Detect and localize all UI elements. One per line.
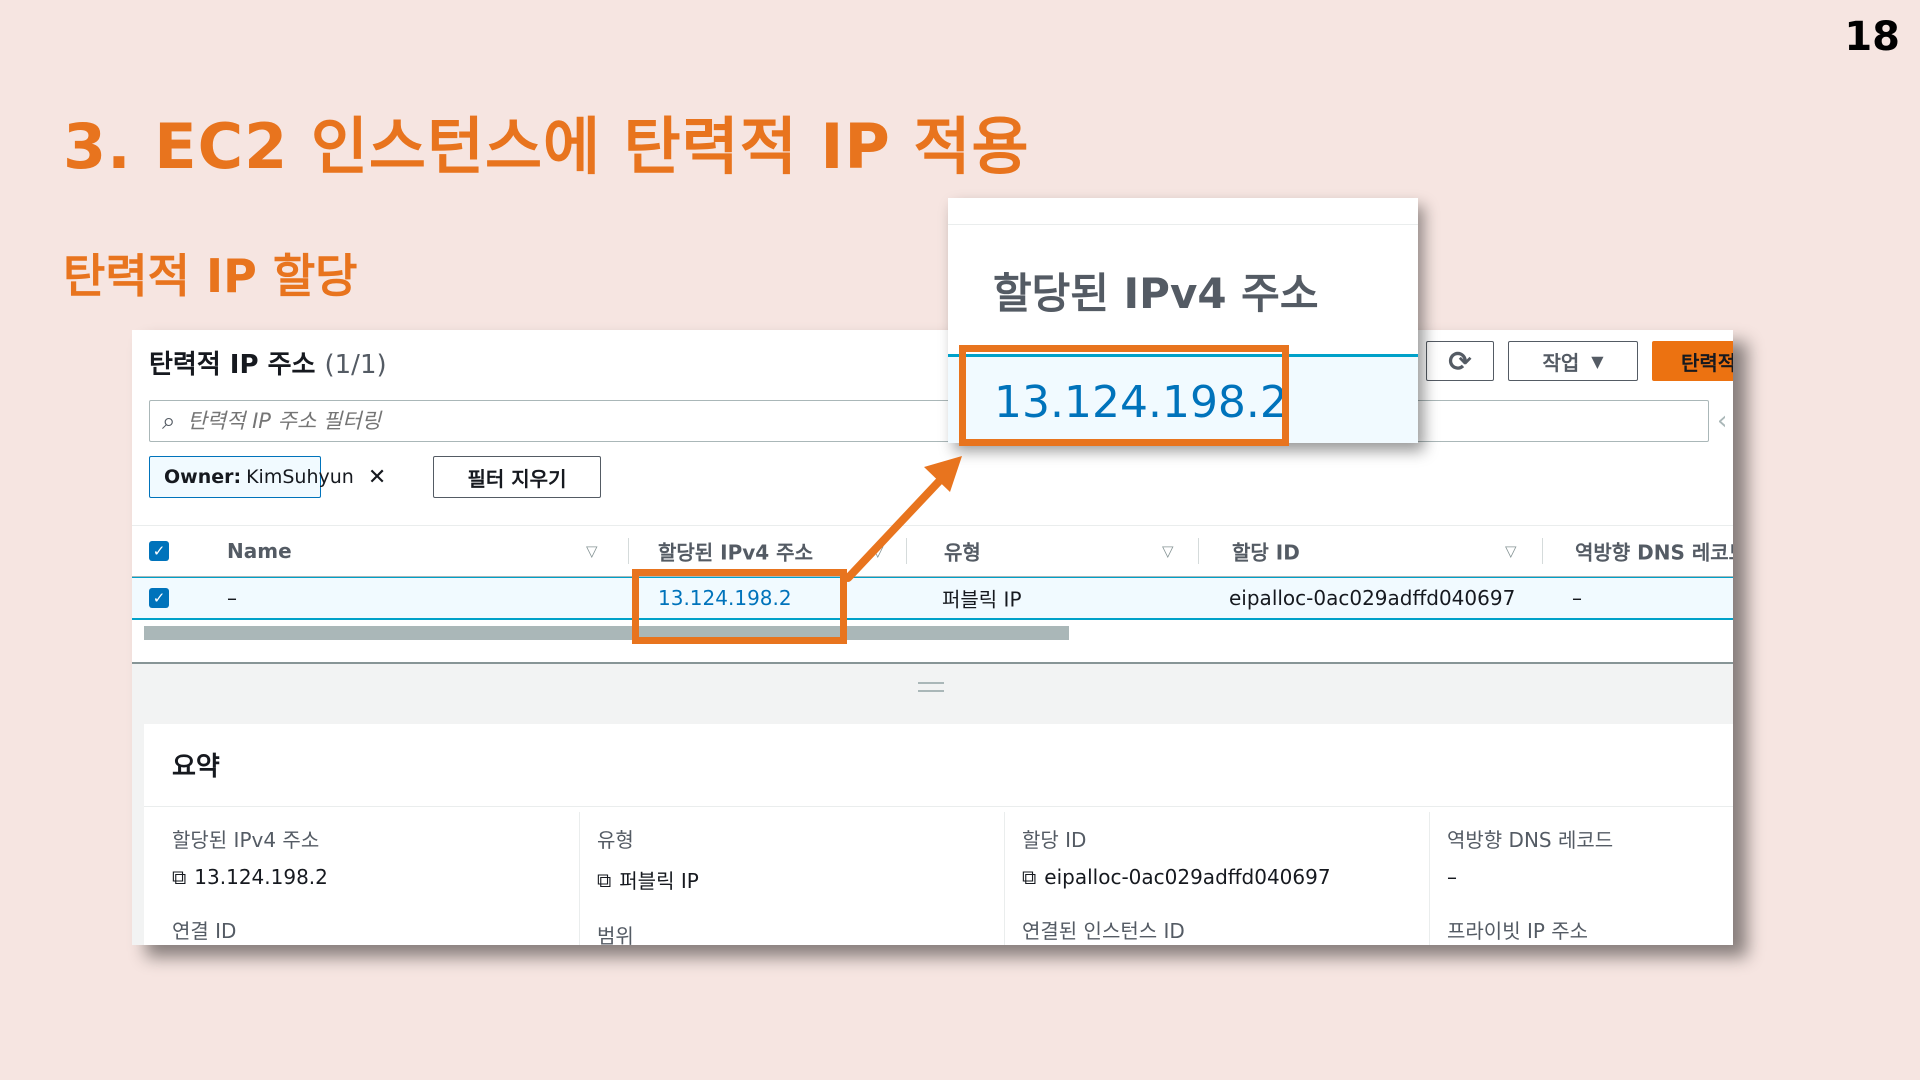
callout-arrow bbox=[844, 456, 962, 582]
